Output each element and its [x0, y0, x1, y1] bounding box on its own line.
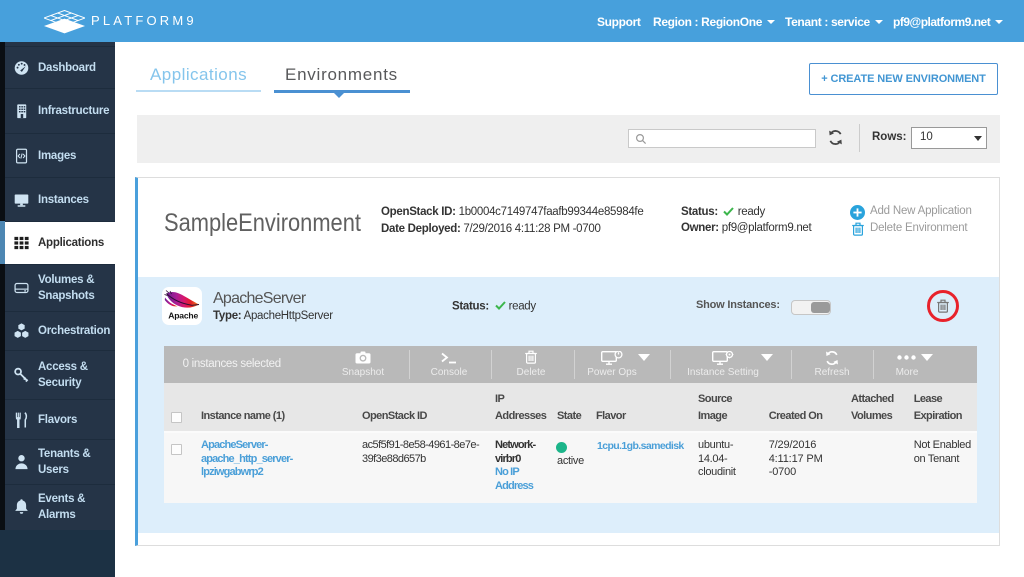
svg-text:Apache: Apache: [168, 311, 198, 321]
